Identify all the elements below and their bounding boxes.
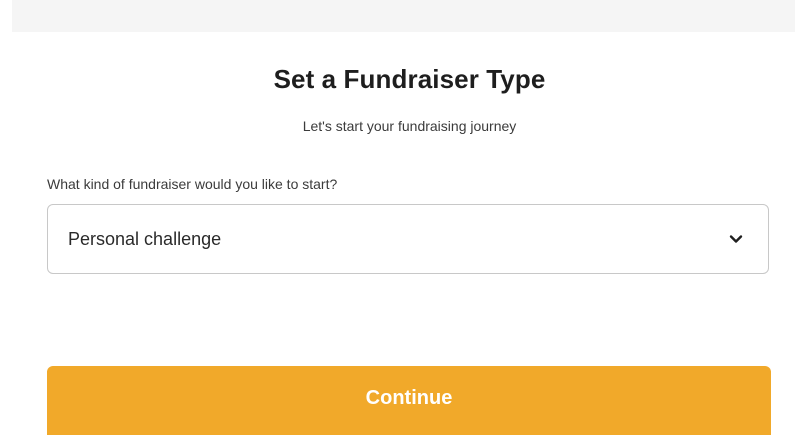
chevron-down-icon (728, 231, 744, 247)
fundraiser-type-select[interactable]: Personal challenge (47, 204, 769, 274)
selected-fundraiser-type: Personal challenge (68, 229, 222, 249)
continue-button[interactable]: Continue (47, 366, 771, 435)
fundraiser-type-label: What kind of fundraiser would you like t… (47, 176, 338, 192)
fundraiser-type-form: Set a Fundraiser Type Let's start your f… (47, 0, 772, 435)
page-subtitle: Let's start your fundraising journey (302, 118, 517, 134)
page-title: Set a Fundraiser Type (273, 64, 546, 94)
